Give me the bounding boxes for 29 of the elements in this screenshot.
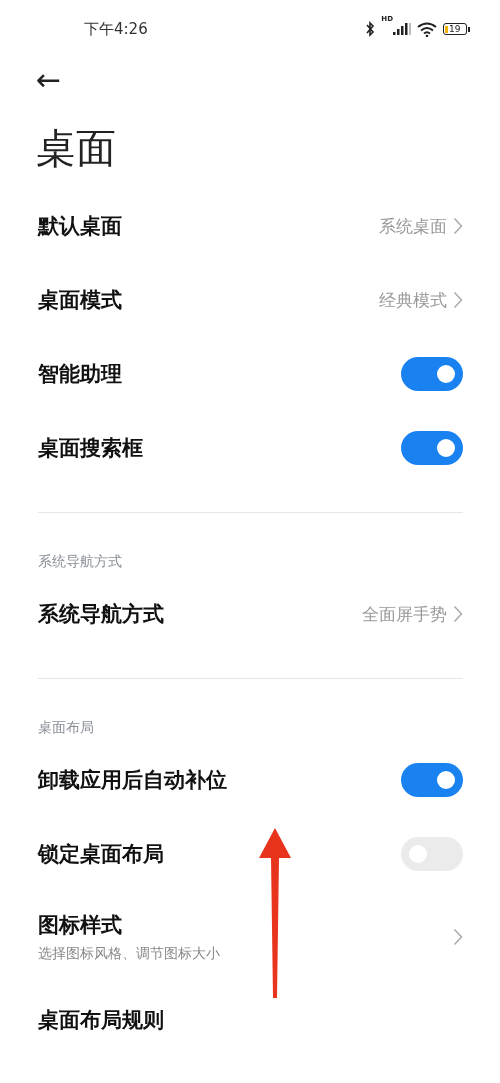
chevron-icon: [453, 217, 463, 235]
chevron-icon: [453, 291, 463, 309]
toggle-switch[interactable]: [401, 357, 463, 391]
setting-label: 卸载应用后自动补位: [38, 767, 227, 794]
status-time: 下午4:26: [84, 19, 148, 39]
wifi-icon: [417, 21, 437, 37]
setting-label: 智能助理: [38, 361, 122, 388]
section-heading: 系统导航方式: [38, 553, 123, 571]
setting-value[interactable]: 全面屏手势: [362, 602, 447, 626]
back-button[interactable]: ←: [36, 62, 62, 98]
toggle-switch[interactable]: [401, 763, 463, 797]
chevron-icon: [453, 928, 463, 946]
toggle-switch[interactable]: [401, 431, 463, 465]
setting-label: 桌面布局规则: [38, 1007, 164, 1034]
setting-value[interactable]: 经典模式: [379, 288, 447, 312]
setting-label: 图标样式: [38, 912, 123, 939]
signal-icon: [393, 22, 411, 36]
setting-label: 系统导航方式: [38, 601, 164, 628]
setting-value[interactable]: 系统桌面: [379, 214, 447, 238]
setting-label: 锁定桌面布局: [38, 841, 164, 868]
setting-label: 默认桌面: [38, 213, 122, 240]
section-heading: 桌面布局: [38, 719, 95, 737]
bluetooth-icon: [365, 21, 376, 37]
battery-level: 19: [449, 24, 461, 34]
page-title: 桌面: [36, 124, 117, 173]
setting-description: 选择图标风格、调节图标大小: [38, 945, 220, 963]
setting-label: 桌面模式: [38, 287, 122, 314]
setting-label: 桌面搜索框: [38, 435, 143, 462]
chevron-icon: [453, 605, 463, 623]
